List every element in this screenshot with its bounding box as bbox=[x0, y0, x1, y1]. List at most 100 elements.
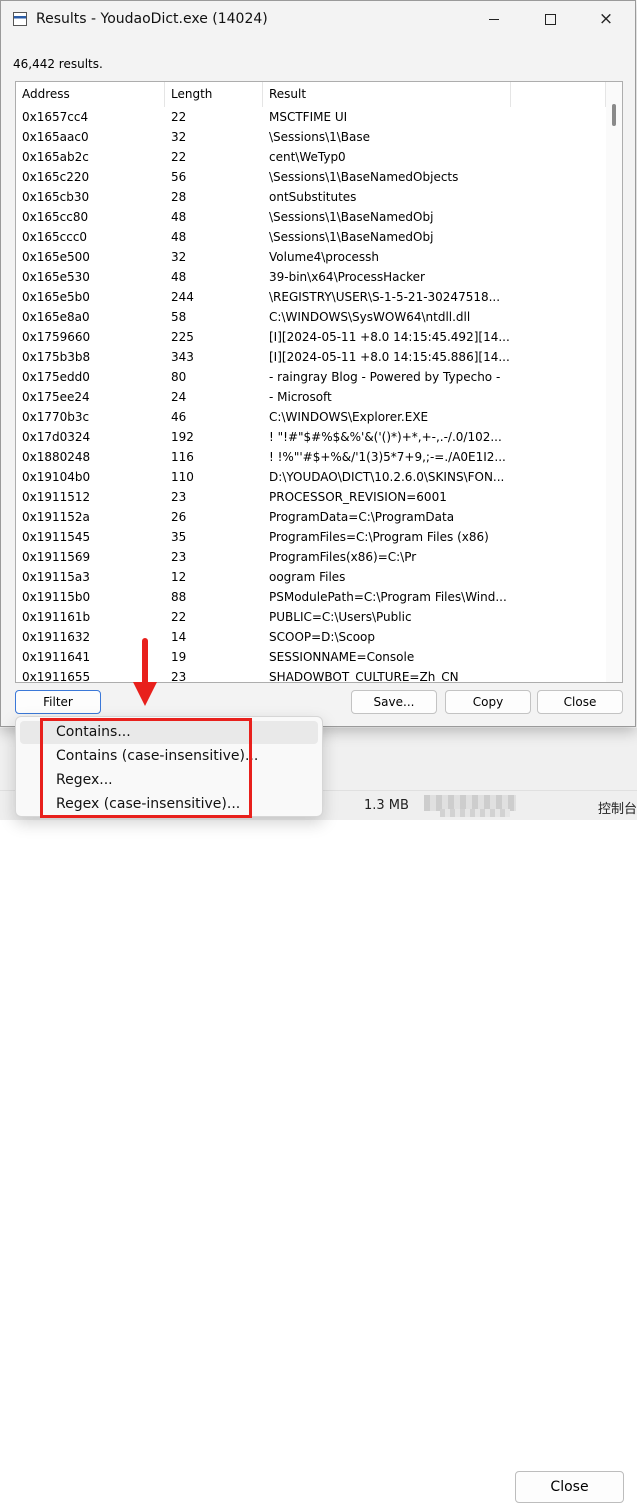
background-close-button[interactable]: Close bbox=[515, 1471, 624, 1503]
column-header-address[interactable]: Address bbox=[16, 82, 165, 107]
table-row[interactable]: 0x191152a 26 ProgramData=C:\ProgramData bbox=[16, 507, 606, 527]
cell-address: 0x191152a bbox=[22, 510, 90, 524]
table-row[interactable]: 0x1911655 23 SHADOWBOT_CULTURE=Zh_CN bbox=[16, 667, 606, 683]
cell-address: 0x165c220 bbox=[22, 170, 90, 184]
cell-length: 56 bbox=[171, 170, 187, 184]
close-button[interactable]: Close bbox=[537, 690, 623, 714]
cell-address: 0x19115b0 bbox=[22, 590, 91, 604]
scrollbar-thumb[interactable] bbox=[612, 104, 616, 126]
save-button[interactable]: Save... bbox=[351, 690, 437, 714]
table-row[interactable]: 0x19104b0 110 D:\YOUDAO\DICT\10.2.6.0\SKIN… bbox=[16, 467, 606, 487]
cell-length: 192 bbox=[171, 430, 194, 444]
cell-length: 28 bbox=[171, 190, 187, 204]
cell-length: 22 bbox=[171, 110, 187, 124]
status-right-label: 控制台 bbox=[598, 802, 637, 817]
table-row[interactable]: 0x19115a3 12 oogram Files bbox=[16, 567, 606, 587]
table-row[interactable]: 0x1911545 35 ProgramFiles=C:\Program Files… bbox=[16, 527, 606, 547]
table-row[interactable]: 0x165c220 56 \Sessions\1\BaseNamedObjects bbox=[16, 167, 606, 187]
cell-length: 12 bbox=[171, 570, 187, 584]
table-row[interactable]: 0x1880248 116 ! !%"'#$+%&/'1(3)5*7+9,;-=./… bbox=[16, 447, 606, 467]
cell-result: ProgramFiles(x86)=C:\Pr bbox=[269, 550, 417, 564]
cell-length: 14 bbox=[171, 630, 187, 644]
cell-result: C:\WINDOWS\SysWOW64\ntdll.dll bbox=[269, 310, 471, 324]
copy-button[interactable]: Copy bbox=[445, 690, 531, 714]
table-row[interactable]: 0x1911569 23 ProgramFiles(x86)=C:\Pr bbox=[16, 547, 606, 567]
table-row[interactable]: 0x1759660 225 [I][2024-05-11 +8.0 14:15:45… bbox=[16, 327, 606, 347]
cell-address: 0x175ee24 bbox=[22, 390, 90, 404]
table-row[interactable]: 0x165cb30 28 ontSubstitutes bbox=[16, 187, 606, 207]
cell-address: 0x1657cc4 bbox=[22, 110, 89, 124]
cell-length: 48 bbox=[171, 210, 187, 224]
cell-address: 0x17d0324 bbox=[22, 430, 91, 444]
cell-address: 0x165ab2c bbox=[22, 150, 89, 164]
minimize-button[interactable] bbox=[471, 1, 517, 37]
table-row[interactable]: 0x175ee24 24 - Microsoft bbox=[16, 387, 606, 407]
cell-result: PUBLIC=C:\Users\Public bbox=[269, 610, 412, 624]
maximize-icon bbox=[544, 13, 556, 25]
annotation-down-arrow-icon bbox=[133, 638, 157, 706]
cell-length: 22 bbox=[171, 610, 187, 624]
table-row[interactable]: 0x175edd0 80 - raingray Blog - Powered by… bbox=[16, 367, 606, 387]
results-window: Results - YoudaoDict.exe (14024) × 46,44… bbox=[0, 0, 636, 727]
filter-button[interactable]: Filter bbox=[15, 690, 101, 714]
table-row[interactable]: 0x165e530 48 39-bin\x64\ProcessHacker bbox=[16, 267, 606, 287]
cell-result: SHADOWBOT_CULTURE=Zh_CN bbox=[269, 670, 459, 683]
column-header-result[interactable]: Result bbox=[263, 82, 511, 107]
cell-length: 225 bbox=[171, 330, 194, 344]
column-header-length[interactable]: Length bbox=[165, 82, 263, 107]
cell-result: \REGISTRY\USER\S-1-5-21-30247518... bbox=[269, 290, 501, 304]
vertical-scrollbar[interactable] bbox=[606, 82, 622, 682]
table-row[interactable]: 0x1911632 14 SCOOP=D:\Scoop bbox=[16, 627, 606, 647]
cell-result: ! "!#"$#%$&%'&('()*)+*,+-,.-/.0/102... bbox=[269, 430, 502, 444]
table-row[interactable]: 0x165e8a0 58 C:\WINDOWS\SysWOW64\ntdll.dll bbox=[16, 307, 606, 327]
cell-length: 23 bbox=[171, 670, 187, 683]
table-row[interactable]: 0x165ccc0 48 \Sessions\1\BaseNamedObj bbox=[16, 227, 606, 247]
table-row[interactable]: 0x175b3b8 343 [I][2024-05-11 +8.0 14:15:45… bbox=[16, 347, 606, 367]
table-row[interactable]: 0x165ab2c 22 cent\WeTyp0 bbox=[16, 147, 606, 167]
table-row[interactable]: 0x165e500 32 Volume4\processh bbox=[16, 247, 606, 267]
cell-result: cent\WeTyp0 bbox=[269, 150, 346, 164]
minimize-icon bbox=[489, 18, 499, 20]
table-row[interactable]: 0x1911641 19 SESSIONNAME=Console bbox=[16, 647, 606, 667]
maximize-button[interactable] bbox=[527, 1, 573, 37]
table-row[interactable]: 0x19115b0 88 PSModulePath=C:\Program Files… bbox=[16, 587, 606, 607]
cell-address: 0x165aac0 bbox=[22, 130, 89, 144]
list-rows: 0x1657cc4 22 MSCTFIME UI 0x165aac0 32 \Sessio… bbox=[16, 107, 606, 683]
cell-length: 32 bbox=[171, 130, 187, 144]
table-row[interactable]: 0x1911512 23 PROCESSOR_REVISION=6001 bbox=[16, 487, 606, 507]
table-row[interactable]: 0x165cc80 48 \Sessions\1\BaseNamedObj bbox=[16, 207, 606, 227]
annotation-highlight-box bbox=[40, 718, 252, 818]
cell-result: MSCTFIME UI bbox=[269, 110, 348, 124]
cell-length: 58 bbox=[171, 310, 187, 324]
cell-result: 39-bin\x64\ProcessHacker bbox=[269, 270, 425, 284]
cell-address: 0x175b3b8 bbox=[22, 350, 91, 364]
cell-address: 0x165ccc0 bbox=[22, 230, 88, 244]
cell-length: 32 bbox=[171, 250, 187, 264]
cell-address: 0x165e500 bbox=[22, 250, 90, 264]
cell-length: 19 bbox=[171, 650, 187, 664]
cell-result: ontSubstitutes bbox=[269, 190, 357, 204]
cell-result: [I][2024-05-11 +8.0 14:15:45.886][14... bbox=[269, 350, 510, 364]
table-row[interactable]: 0x1770b3c 46 C:\WINDOWS\Explorer.EXE bbox=[16, 407, 606, 427]
status-size: 1.3 MB bbox=[364, 798, 409, 813]
table-row[interactable]: 0x1657cc4 22 MSCTFIME UI bbox=[16, 107, 606, 127]
table-row[interactable]: 0x191161b 22 PUBLIC=C:\Users\Public bbox=[16, 607, 606, 627]
results-list[interactable]: Address Length Result 0x1657cc4 22 MSCTFIM… bbox=[15, 81, 623, 683]
cell-length: 24 bbox=[171, 390, 187, 404]
table-row[interactable]: 0x165e5b0 244 \REGISTRY\USER\S-1-5-21-3024… bbox=[16, 287, 606, 307]
cell-result: \Sessions\1\BaseNamedObj bbox=[269, 230, 434, 244]
table-row[interactable]: 0x165aac0 32 \Sessions\1\Base bbox=[16, 127, 606, 147]
blurred-text-2 bbox=[440, 809, 510, 817]
cell-address: 0x165cb30 bbox=[22, 190, 90, 204]
cell-length: 116 bbox=[171, 450, 194, 464]
title-bar[interactable]: Results - YoudaoDict.exe (14024) × bbox=[1, 1, 635, 37]
table-row[interactable]: 0x17d0324 192 ! "!#"$#%$&%'&('()*)+*,+-,.-… bbox=[16, 427, 606, 447]
cell-length: 88 bbox=[171, 590, 187, 604]
cell-address: 0x191161b bbox=[22, 610, 91, 624]
cell-result: - Microsoft bbox=[269, 390, 332, 404]
close-window-button[interactable]: × bbox=[583, 1, 629, 37]
cell-result: SESSIONNAME=Console bbox=[269, 650, 415, 664]
cell-result: C:\WINDOWS\Explorer.EXE bbox=[269, 410, 429, 424]
cell-result: PROCESSOR_REVISION=6001 bbox=[269, 490, 447, 504]
cell-result: D:\YOUDAO\DICT\10.2.6.0\SKINS\FON... bbox=[269, 470, 505, 484]
